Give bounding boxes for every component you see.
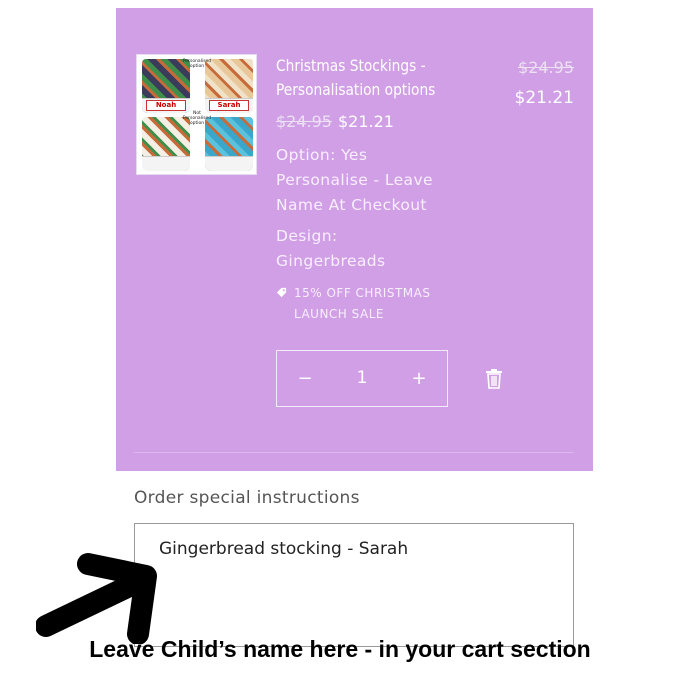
caption-personalised: Personalised option bbox=[182, 59, 212, 69]
discount-line2: LAUNCH SALE bbox=[294, 307, 384, 321]
name-tag-1: Noah bbox=[146, 100, 186, 111]
quantity-input[interactable]: 1 bbox=[335, 351, 389, 406]
design-line2: Gingerbreads bbox=[276, 252, 386, 270]
option-line3: Name At Checkout bbox=[276, 196, 427, 214]
option-line2: Personalise - Leave bbox=[276, 171, 433, 189]
line-sale-price: $21.21 bbox=[514, 88, 574, 108]
order-instructions-label: Order special instructions bbox=[134, 488, 360, 508]
divider bbox=[134, 452, 574, 453]
product-title-link[interactable]: Christmas Stockings - Personalisation op… bbox=[276, 54, 448, 102]
quantity-stepper: − 1 + bbox=[276, 350, 448, 407]
discount-line1: 15% OFF CHRISTMAS bbox=[294, 286, 431, 300]
arrow-icon bbox=[36, 553, 157, 644]
increase-quantity-button[interactable]: + bbox=[391, 351, 447, 406]
trash-icon[interactable] bbox=[484, 368, 504, 390]
unit-sale-price: $21.21 bbox=[337, 112, 394, 131]
design-text: Design: Gingerbreads bbox=[276, 224, 386, 274]
decrease-quantity-button[interactable]: − bbox=[277, 351, 333, 406]
line-original-price: $24.95 bbox=[518, 58, 574, 77]
order-instructions-textarea[interactable]: Gingerbread stocking - Sarah bbox=[134, 523, 574, 647]
tag-icon bbox=[276, 287, 287, 298]
cart-item-panel: Noah Sarah Personalised option Not Perso… bbox=[116, 8, 593, 471]
option-line1: Option: Yes bbox=[276, 146, 368, 164]
option-text: Option: Yes Personalise - Leave Name At … bbox=[276, 143, 433, 218]
design-line1: Design: bbox=[276, 227, 338, 245]
name-tag-2: Sarah bbox=[209, 100, 249, 111]
caption-not-personalised: Not Personalised option bbox=[182, 111, 212, 126]
product-title-line2: Personalisation options bbox=[276, 80, 436, 99]
discount-badge: 15% OFF CHRISTMAS LAUNCH SALE bbox=[276, 283, 476, 325]
annotation-caption: Leave Child’s name here - in your cart s… bbox=[89, 636, 591, 662]
product-title-line1: Christmas Stockings - bbox=[276, 56, 426, 75]
product-image[interactable]: Noah Sarah Personalised option Not Perso… bbox=[136, 54, 257, 175]
unit-price: $24.95 $21.21 bbox=[276, 112, 394, 131]
unit-original-price: $24.95 bbox=[276, 112, 332, 131]
